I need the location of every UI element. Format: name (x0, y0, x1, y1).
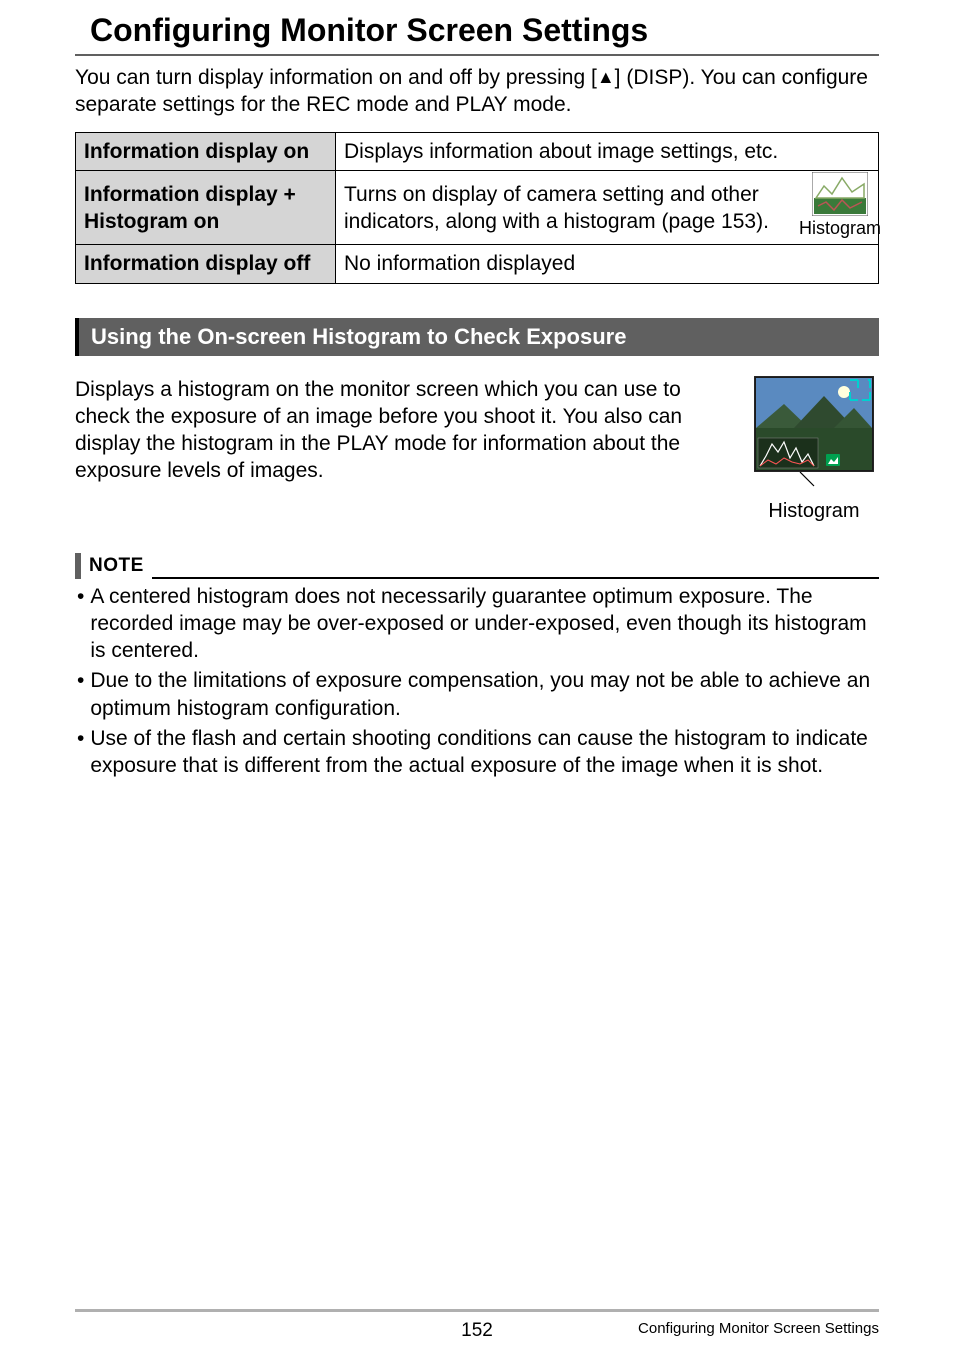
histogram-figure: Histogram (749, 376, 879, 523)
thumb-label: Histogram (799, 219, 881, 239)
histogram-preview-icon (754, 376, 874, 472)
subsection-title: Using the On-screen Histogram to Check E… (75, 318, 879, 356)
display-modes-table: Information display on Displays informat… (75, 132, 879, 283)
table-row: Information display + Histogram on Turns… (76, 171, 879, 245)
row-label: Information display + Histogram on (76, 171, 336, 245)
row-label: Information display on (76, 133, 336, 171)
histogram-thumb-small: Histogram (810, 172, 870, 239)
callout-line (794, 472, 834, 488)
intro-paragraph: You can turn display information on and … (75, 64, 879, 119)
page-title-wrap: Configuring Monitor Screen Settings (75, 10, 879, 56)
table-row: Information display on Displays informat… (76, 133, 879, 171)
note-label: NOTE (89, 555, 144, 579)
page-footer: 152 Configuring Monitor Screen Settings (75, 1309, 879, 1357)
histogram-paragraph: Displays a histogram on the monitor scre… (75, 376, 701, 523)
table-row: Information display off No information d… (76, 245, 879, 283)
footer-title: Configuring Monitor Screen Settings (638, 1320, 879, 1337)
note-text: Due to the limitations of exposure compe… (90, 667, 879, 722)
list-item: A centered histogram does not necessaril… (77, 583, 879, 665)
list-item: Due to the limitations of exposure compe… (77, 667, 879, 722)
intro-a: You can turn display information on and … (75, 66, 597, 89)
histogram-caption: Histogram (768, 500, 859, 523)
histogram-icon (812, 172, 868, 216)
row-desc: No information displayed (336, 245, 879, 283)
note-block: NOTE A centered histogram does not neces… (75, 553, 879, 780)
up-arrow-icon: ▲ (597, 66, 615, 89)
page-title: Configuring Monitor Screen Settings (75, 10, 879, 52)
row-label: Information display off (76, 245, 336, 283)
note-marker-icon (75, 553, 81, 579)
note-text: Use of the flash and certain shooting co… (90, 725, 879, 780)
list-item: Use of the flash and certain shooting co… (77, 725, 879, 780)
note-text: A centered histogram does not necessaril… (90, 583, 879, 665)
row-desc: Turns on display of camera setting and o… (336, 171, 879, 245)
row-desc-text: Turns on display of camera setting and o… (344, 181, 802, 236)
notes-list: A centered histogram does not necessaril… (75, 583, 879, 780)
page-number: 152 (461, 1320, 493, 1342)
note-rule (152, 565, 879, 579)
row-desc: Displays information about image setting… (336, 133, 879, 171)
